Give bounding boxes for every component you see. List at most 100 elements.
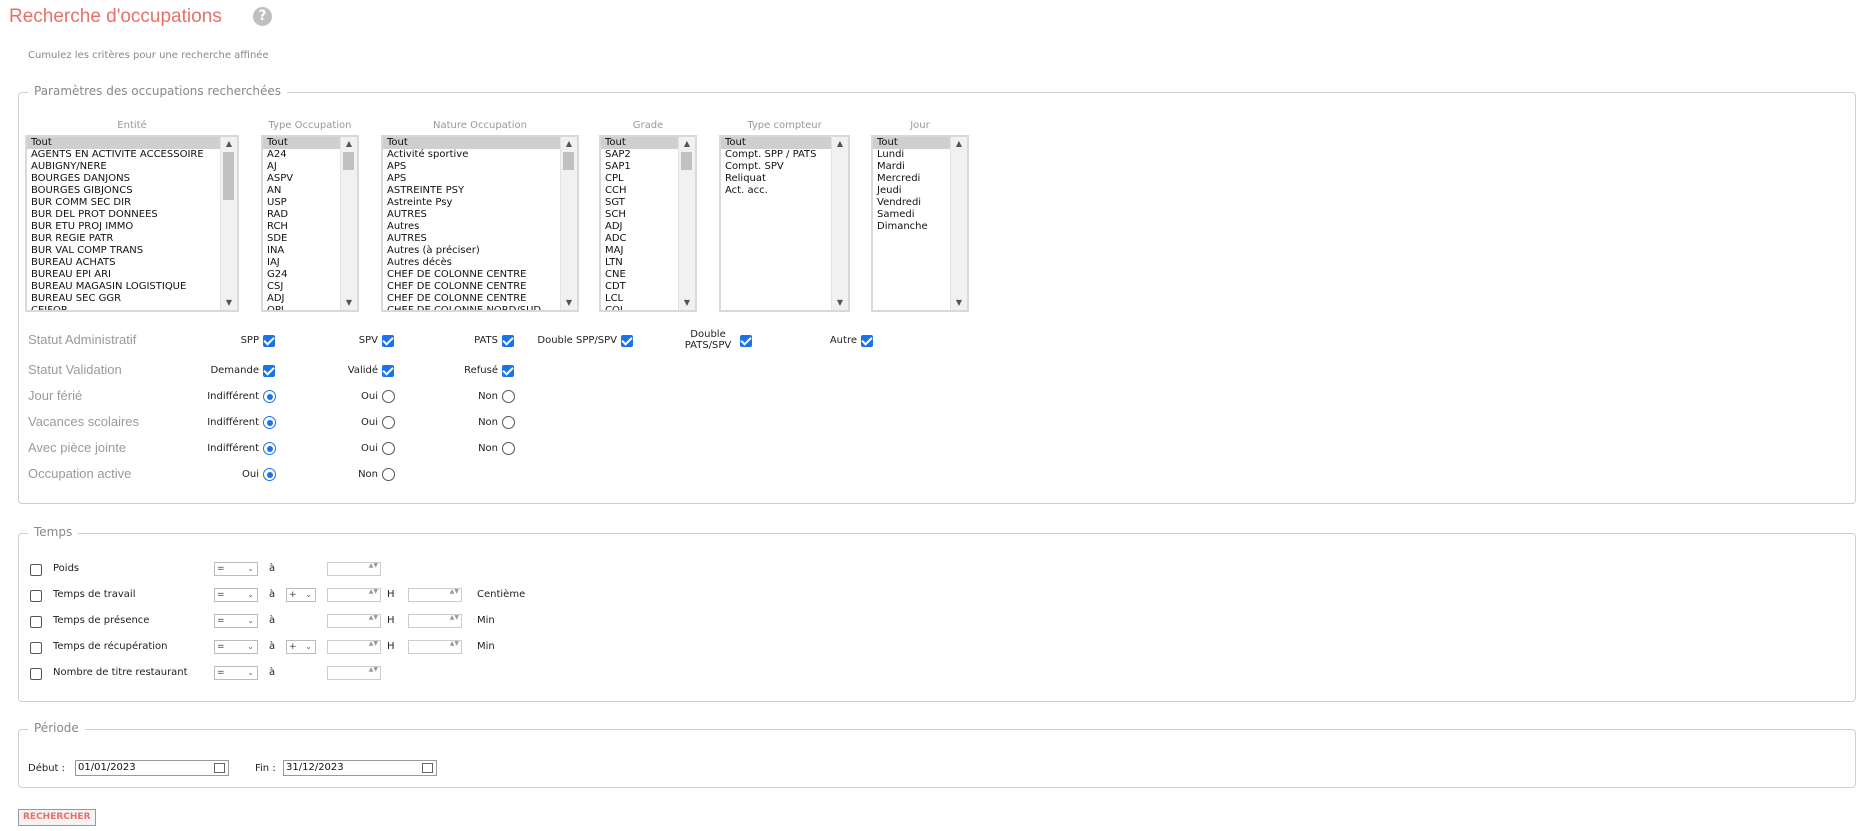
scrollbar[interactable]: ▲ ▼ bbox=[560, 137, 577, 310]
operator-select[interactable]: = ⌄ bbox=[214, 666, 258, 680]
list-option[interactable]: BOURGES DANJONS bbox=[27, 173, 221, 185]
scrollbar[interactable]: ▲ ▼ bbox=[340, 137, 357, 310]
scroll-down-icon[interactable]: ▼ bbox=[561, 296, 577, 310]
operator-select[interactable]: = ⌄ bbox=[214, 562, 258, 576]
list-option[interactable]: Activité sportive bbox=[383, 149, 561, 161]
spinner-icon[interactable]: ▲▼ bbox=[369, 589, 378, 595]
scrollbar-thumb[interactable] bbox=[563, 152, 574, 170]
list-option[interactable]: Vendredi bbox=[873, 197, 951, 209]
list-option[interactable]: Compt. SPP / PATS bbox=[721, 149, 832, 161]
listbox[interactable]: Tout Lundi Mardi Mercredi Jeudi Vendredi Samed… bbox=[871, 135, 969, 312]
list-option[interactable]: CSJ bbox=[263, 281, 341, 293]
list-option[interactable]: AGENTS EN ACTIVITE ACCESSOIRE bbox=[27, 149, 221, 161]
scroll-up-icon[interactable]: ▲ bbox=[341, 137, 357, 151]
operator-select[interactable]: = ⌄ bbox=[214, 640, 258, 654]
list-option[interactable]: LCL bbox=[601, 293, 679, 305]
list-option[interactable]: CHEF DE COLONNE CENTRE bbox=[383, 293, 561, 305]
radio-button[interactable] bbox=[502, 442, 515, 455]
minutes-input[interactable]: ▲▼ bbox=[408, 640, 462, 654]
scroll-down-icon[interactable]: ▼ bbox=[679, 296, 695, 310]
scroll-down-icon[interactable]: ▼ bbox=[341, 296, 357, 310]
list-option[interactable]: Mercredi bbox=[873, 173, 951, 185]
list-option[interactable]: Tout bbox=[721, 137, 832, 149]
scroll-up-icon[interactable]: ▲ bbox=[951, 137, 967, 151]
debut-date-input[interactable]: 01/01/2023 bbox=[75, 760, 229, 776]
value-input[interactable]: ▲▼ bbox=[327, 562, 381, 576]
list-option[interactable]: BUR ETU PROJ IMMO bbox=[27, 221, 221, 233]
list-option[interactable]: ASTREINTE PSY bbox=[383, 185, 561, 197]
operator-select[interactable]: = ⌄ bbox=[214, 614, 258, 628]
calendar-icon[interactable] bbox=[422, 763, 433, 773]
radio-button[interactable] bbox=[502, 416, 515, 429]
list-option[interactable]: CHEF DE COLONNE CENTRE bbox=[383, 281, 561, 293]
scrollbar[interactable]: ▲ ▼ bbox=[678, 137, 695, 310]
temps-row-checkbox[interactable] bbox=[30, 668, 42, 680]
list-option[interactable]: Mardi bbox=[873, 161, 951, 173]
list-option[interactable]: IAJ bbox=[263, 257, 341, 269]
minutes-input[interactable]: ▲▼ bbox=[408, 614, 462, 628]
statut-admin-checkbox[interactable] bbox=[861, 335, 873, 347]
list-option[interactable]: CHEF DE COLONNE NORD/SUD bbox=[383, 305, 561, 310]
list-option[interactable]: CHEF DE COLONNE CENTRE bbox=[383, 269, 561, 281]
value-input[interactable]: ▲▼ bbox=[327, 666, 381, 680]
list-option[interactable]: A24 bbox=[263, 149, 341, 161]
minutes-input[interactable]: ▲▼ bbox=[408, 588, 462, 602]
sign-select[interactable]: + ⌄ bbox=[286, 640, 316, 654]
list-option[interactable]: APS bbox=[383, 173, 561, 185]
scroll-down-icon[interactable]: ▼ bbox=[832, 296, 848, 310]
list-option[interactable]: SAP2 bbox=[601, 149, 679, 161]
scrollbar-thumb[interactable] bbox=[223, 152, 234, 200]
sign-select[interactable]: + ⌄ bbox=[286, 588, 316, 602]
scroll-down-icon[interactable]: ▼ bbox=[951, 296, 967, 310]
scroll-up-icon[interactable]: ▲ bbox=[679, 137, 695, 151]
list-option[interactable]: AUTRES bbox=[383, 233, 561, 245]
search-button[interactable]: RECHERCHER bbox=[18, 809, 96, 826]
list-option[interactable]: USP bbox=[263, 197, 341, 209]
listbox[interactable]: Tout Activité sportive APS APS ASTREINTE PSY… bbox=[381, 135, 579, 312]
list-option[interactable]: INA bbox=[263, 245, 341, 257]
radio-button[interactable] bbox=[502, 390, 515, 403]
list-option[interactable]: Tout bbox=[601, 137, 679, 149]
list-option[interactable]: Tout bbox=[263, 137, 341, 149]
spinner-icon[interactable]: ▲▼ bbox=[369, 641, 378, 647]
list-option[interactable]: MAJ bbox=[601, 245, 679, 257]
list-option[interactable]: AN bbox=[263, 185, 341, 197]
list-option[interactable]: COL bbox=[601, 305, 679, 310]
temps-row-checkbox[interactable] bbox=[30, 616, 42, 628]
list-option[interactable]: SDE bbox=[263, 233, 341, 245]
temps-row-checkbox[interactable] bbox=[30, 642, 42, 654]
scrollbar[interactable]: ▲ ▼ bbox=[831, 137, 848, 310]
list-option[interactable]: Tout bbox=[873, 137, 951, 149]
list-option[interactable]: BUREAU SEC GGR bbox=[27, 293, 221, 305]
list-option[interactable]: BUR VAL COMP TRANS bbox=[27, 245, 221, 257]
list-option[interactable]: BUREAU EPI ARI bbox=[27, 269, 221, 281]
help-icon[interactable]: ? bbox=[253, 7, 272, 26]
list-option[interactable]: G24 bbox=[263, 269, 341, 281]
list-option[interactable]: Autres décès bbox=[383, 257, 561, 269]
list-option[interactable]: AJ bbox=[263, 161, 341, 173]
list-option[interactable]: SCH bbox=[601, 209, 679, 221]
operator-select[interactable]: = ⌄ bbox=[214, 588, 258, 602]
statut-validation-checkbox[interactable] bbox=[502, 365, 514, 377]
spinner-icon[interactable]: ▲▼ bbox=[369, 667, 378, 673]
list-option[interactable]: Autres bbox=[383, 221, 561, 233]
spinner-icon[interactable]: ▲▼ bbox=[369, 615, 378, 621]
list-option[interactable]: ADJ bbox=[263, 293, 341, 305]
scroll-down-icon[interactable]: ▼ bbox=[221, 296, 237, 310]
list-option[interactable]: CPL bbox=[601, 173, 679, 185]
list-option[interactable]: BUR COMM SEC DIR bbox=[27, 197, 221, 209]
radio-button[interactable] bbox=[382, 468, 395, 481]
spinner-icon[interactable]: ▲▼ bbox=[369, 563, 378, 569]
spinner-icon[interactable]: ▲▼ bbox=[450, 615, 459, 621]
list-option[interactable]: LTN bbox=[601, 257, 679, 269]
list-option[interactable]: Samedi bbox=[873, 209, 951, 221]
value-input[interactable]: ▲▼ bbox=[327, 640, 381, 654]
list-option[interactable]: Astreinte Psy bbox=[383, 197, 561, 209]
list-option[interactable]: BUREAU MAGASIN LOGISTIQUE bbox=[27, 281, 221, 293]
list-option[interactable]: Tout bbox=[27, 137, 221, 149]
list-option[interactable]: APS bbox=[383, 161, 561, 173]
scrollbar-thumb[interactable] bbox=[681, 152, 692, 170]
value-input[interactable]: ▲▼ bbox=[327, 614, 381, 628]
list-option[interactable]: Tout bbox=[383, 137, 561, 149]
spinner-icon[interactable]: ▲▼ bbox=[450, 589, 459, 595]
